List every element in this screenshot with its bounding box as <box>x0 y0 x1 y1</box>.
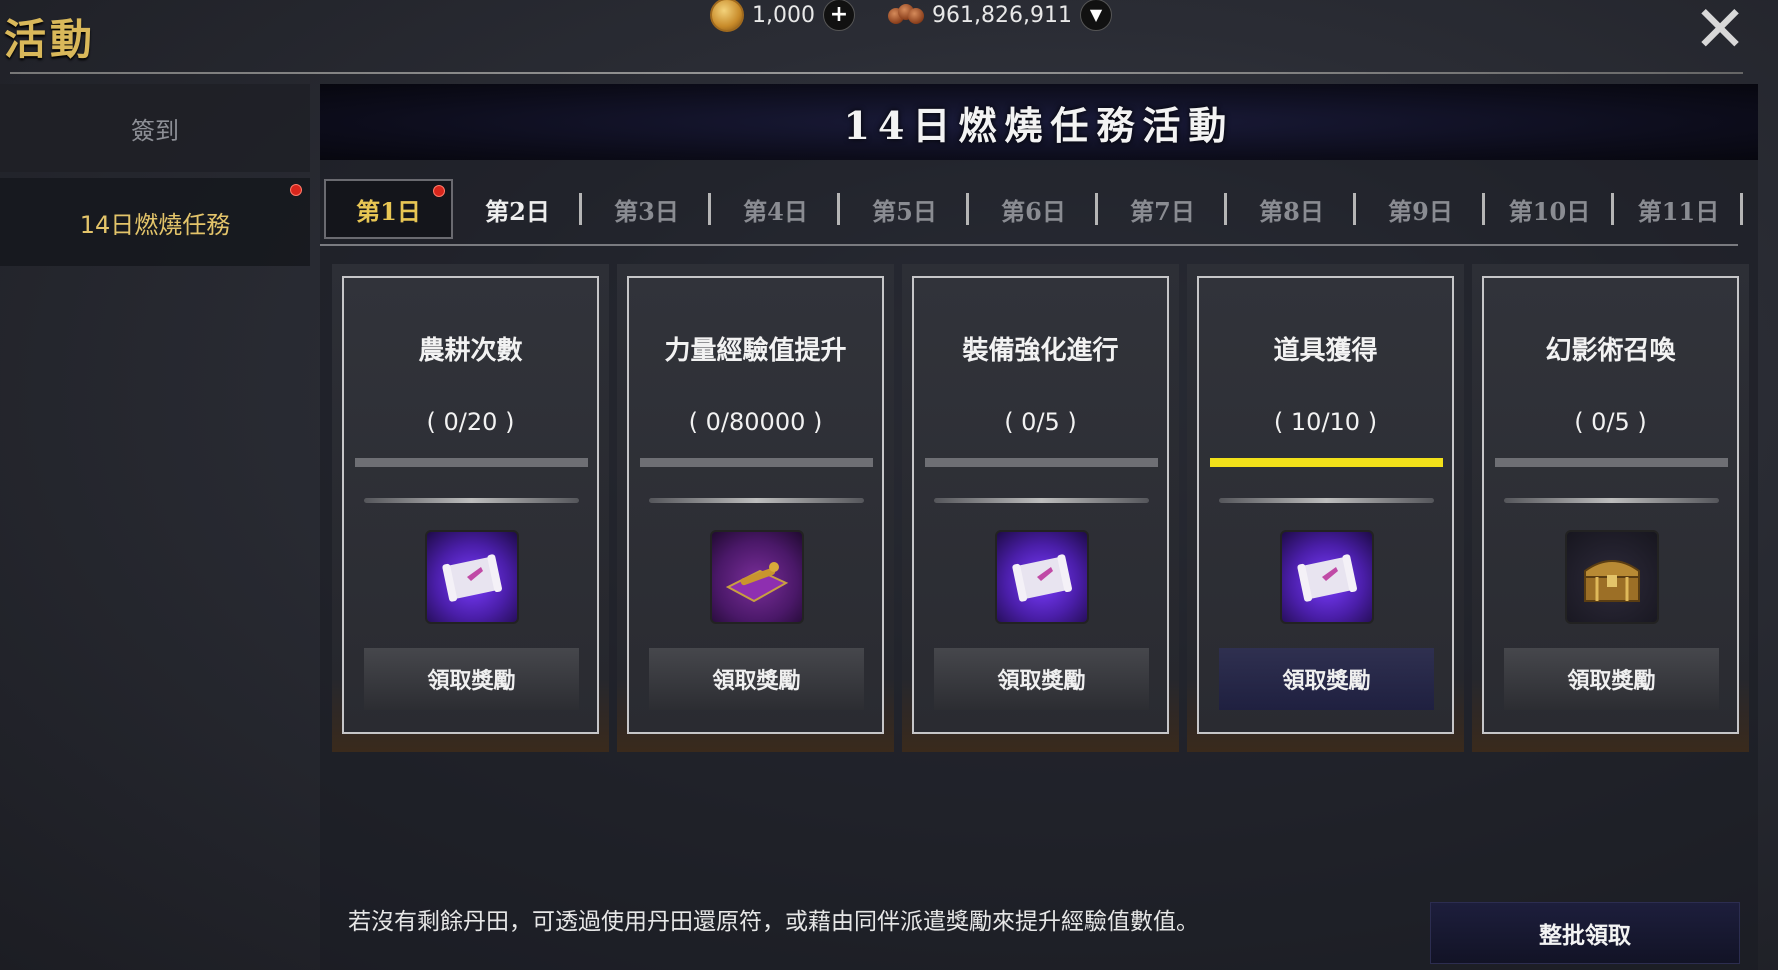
mission-title: 道具獲得 <box>1273 336 1378 366</box>
gold-coin-value: 1,000 <box>752 2 815 28</box>
mission-card-wrap: 裝備強化進行 ( 0/5 ) 領取獎勵 <box>902 264 1179 752</box>
progress-bar <box>355 458 588 467</box>
beads-dropdown-button[interactable]: ▼ <box>1079 0 1112 31</box>
mission-progress-text: ( 10/10 ) <box>1273 408 1378 436</box>
mission-title: 農耕次數 <box>418 336 523 366</box>
add-coins-button[interactable]: + <box>822 0 855 31</box>
tab-day-11[interactable]: 第11日 <box>1614 179 1743 239</box>
sidebar-item-check-in[interactable]: 簽到 <box>0 84 310 172</box>
mission-title: 幻影術召喚 <box>1545 336 1676 366</box>
tab-label: 第4日 <box>743 196 808 226</box>
tab-day-1[interactable]: 第1日 <box>324 179 453 239</box>
tab-label: 第3日 <box>614 196 679 226</box>
window-title: 活動 <box>4 15 97 64</box>
mission-card: 幻影術召喚 ( 0/5 ) 領取獎勵 <box>1482 276 1739 734</box>
mission-progress-text: ( 0/80000 ) <box>688 408 823 436</box>
claim-reward-button[interactable]: 領取獎勵 <box>649 648 864 710</box>
divider-ornament <box>1504 498 1719 503</box>
sidebar-item-label: 14日燃燒任務 <box>79 210 231 239</box>
treasure-chest-icon[interactable] <box>1565 530 1659 624</box>
main-panel: 14日燃燒任務活動 第1日 第2日 第3日 第4日 第5日 第6日 第7日 第8… <box>320 84 1758 970</box>
sidebar-item-label: 簽到 <box>131 116 179 145</box>
mission-card: 力量經驗值提升 ( 0/80000 ) 領取獎勵 <box>627 276 884 734</box>
mission-card-wrap: 力量經驗值提升 ( 0/80000 ) 領取獎勵 <box>617 264 894 752</box>
tab-day-4[interactable]: 第4日 <box>711 179 840 239</box>
tab-label: 第5日 <box>872 196 937 226</box>
progress-bar <box>1210 458 1443 467</box>
scroll-icon[interactable] <box>995 530 1089 624</box>
tab-label: 第2日 <box>485 196 550 226</box>
tab-label: 第7日 <box>1130 196 1195 226</box>
claim-all-button[interactable]: 整批領取 <box>1430 902 1740 964</box>
claim-reward-button[interactable]: 領取獎勵 <box>1504 648 1719 710</box>
claim-reward-button[interactable]: 領取獎勵 <box>1219 648 1434 710</box>
progress-bar <box>640 458 873 467</box>
mission-progress-text: ( 0/5 ) <box>1574 408 1647 436</box>
mission-progress-text: ( 0/20 ) <box>426 408 515 436</box>
divider-ornament <box>649 498 864 503</box>
tab-day-7[interactable]: 第7日 <box>1098 179 1227 239</box>
banner-title: 14日燃燒任務活動 <box>843 102 1235 148</box>
mission-card: 裝備強化進行 ( 0/5 ) 領取獎勵 <box>912 276 1169 734</box>
scroll-icon[interactable] <box>1280 530 1374 624</box>
top-bar: 活動 1,000 + 961,826,911 ▼ ✕ <box>0 0 1778 76</box>
tab-day-8[interactable]: 第8日 <box>1227 179 1356 239</box>
mission-card-wrap: 道具獲得 ( 10/10 ) 領取獎勵 <box>1187 264 1464 752</box>
tab-day-2[interactable]: 第2日 <box>453 179 582 239</box>
tab-label: 第8日 <box>1259 196 1324 226</box>
red-beads-icon <box>888 2 924 28</box>
tab-label: 第10日 <box>1508 196 1591 226</box>
tab-label: 第11日 <box>1637 196 1720 226</box>
tab-day-6[interactable]: 第6日 <box>969 179 1098 239</box>
mission-card-wrap: 農耕次數 ( 0/20 ) 領取獎勵 <box>332 264 609 752</box>
gold-coin-counter: 1,000 + <box>710 0 855 32</box>
hint-text: 若沒有剩餘丹田，可透過使用丹田還原符，或藉由同伴派遣獎勵來提升經驗值數值。 <box>348 909 1199 935</box>
mission-title: 力量經驗值提升 <box>664 336 847 366</box>
tab-day-5[interactable]: 第5日 <box>840 179 969 239</box>
notification-dot <box>433 185 445 197</box>
mission-progress-text: ( 0/5 ) <box>1004 408 1077 436</box>
tab-day-10[interactable]: 第10日 <box>1485 179 1614 239</box>
sidebar: 簽到 14日燃燒任務 <box>0 84 310 272</box>
day-tabs: 第1日 第2日 第3日 第4日 第5日 第6日 第7日 第8日 第9日 第10日… <box>324 176 1754 242</box>
mission-card-wrap: 幻影術召喚 ( 0/5 ) 領取獎勵 <box>1472 264 1749 752</box>
scroll-on-cloth-icon[interactable] <box>710 530 804 624</box>
mission-cards: 農耕次數 ( 0/20 ) 領取獎勵 力量經驗值提升 ( 0/80000 ) 領… <box>332 264 1752 752</box>
notification-dot <box>290 184 302 196</box>
tab-day-9[interactable]: 第9日 <box>1356 179 1485 239</box>
event-banner: 14日燃燒任務活動 <box>320 84 1758 160</box>
scroll-icon[interactable] <box>425 530 519 624</box>
tab-label: 第9日 <box>1388 196 1453 226</box>
tab-label: 第1日 <box>356 196 421 226</box>
mission-card: 農耕次數 ( 0/20 ) 領取獎勵 <box>342 276 599 734</box>
top-divider <box>10 72 1743 74</box>
claim-reward-button[interactable]: 領取獎勵 <box>934 648 1149 710</box>
gold-coin-icon <box>710 0 744 32</box>
divider-ornament <box>1219 498 1434 503</box>
tab-label: 第6日 <box>1001 196 1066 226</box>
progress-bar <box>1495 458 1728 467</box>
progress-bar-fill <box>1210 458 1443 467</box>
divider-ornament <box>934 498 1149 503</box>
tab-day-3[interactable]: 第3日 <box>582 179 711 239</box>
sidebar-item-14-day-burning-mission[interactable]: 14日燃燒任務 <box>0 178 310 266</box>
progress-bar <box>925 458 1158 467</box>
beads-counter: 961,826,911 ▼ <box>888 0 1112 31</box>
close-button[interactable]: ✕ <box>1690 0 1750 62</box>
claim-reward-button[interactable]: 領取獎勵 <box>364 648 579 710</box>
mission-title: 裝備強化進行 <box>962 336 1119 366</box>
beads-value: 961,826,911 <box>932 2 1072 28</box>
mission-card: 道具獲得 ( 10/10 ) 領取獎勵 <box>1197 276 1454 734</box>
divider-ornament <box>364 498 579 503</box>
tabs-divider <box>320 244 1738 246</box>
